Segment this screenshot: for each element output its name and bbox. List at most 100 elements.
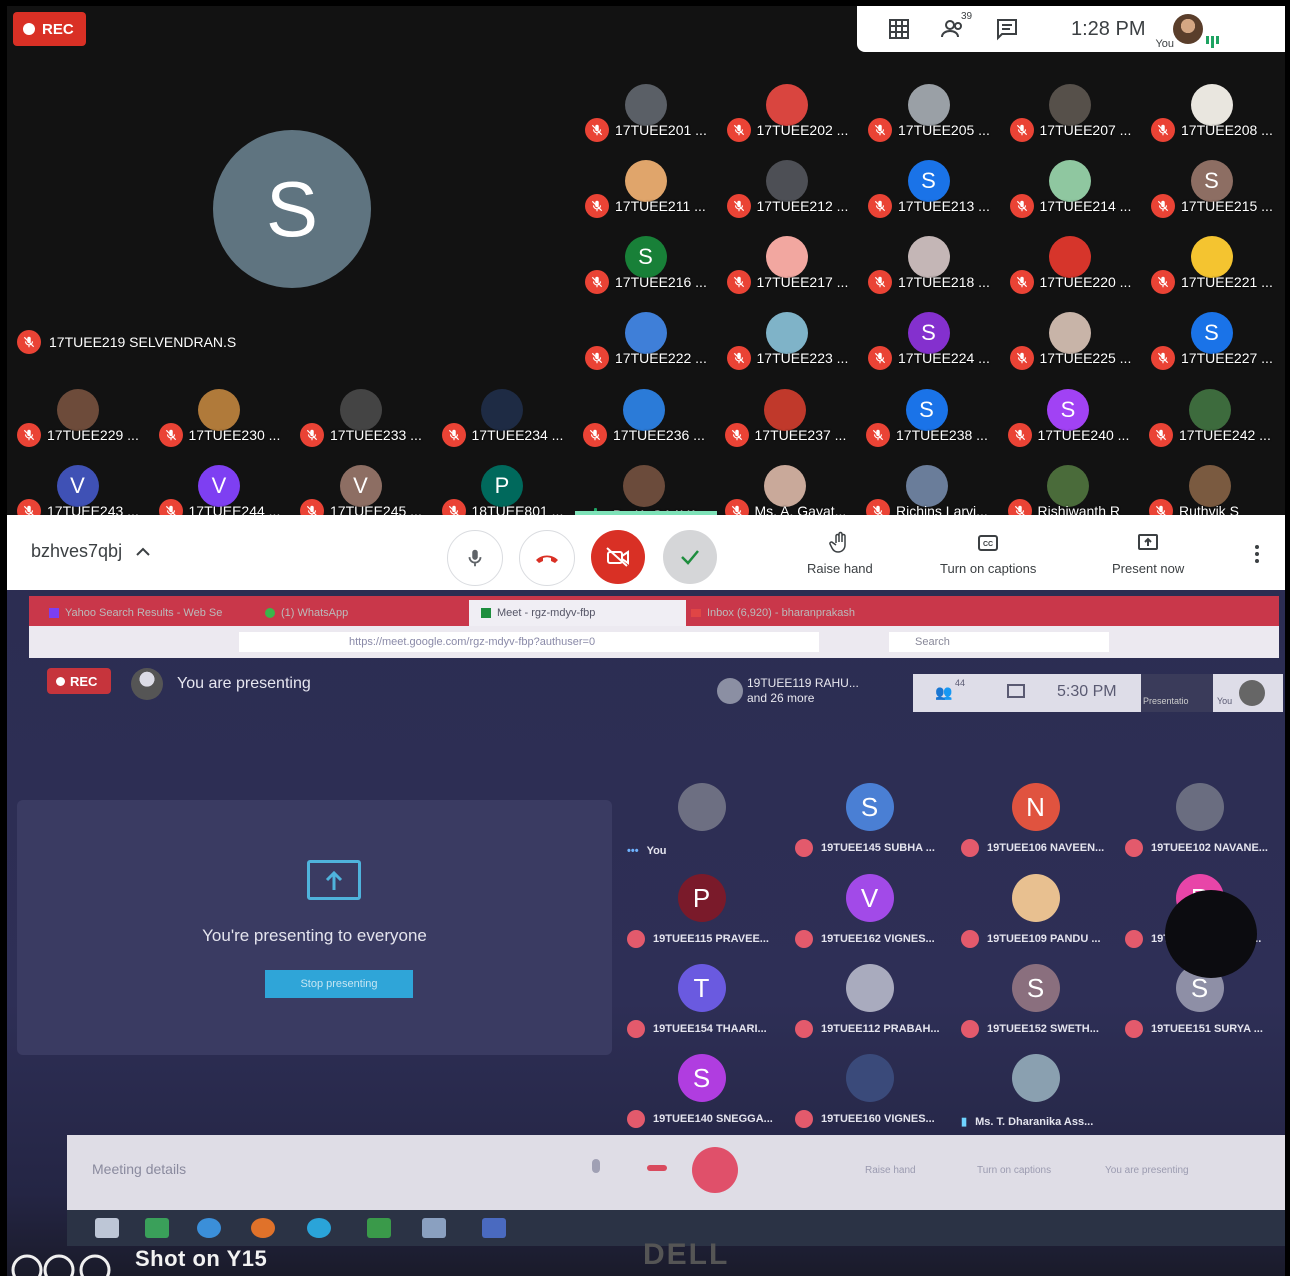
raise-hand-button[interactable]: Raise hand: [807, 531, 873, 576]
camera-button[interactable]: [692, 1147, 738, 1193]
participant-tile[interactable]: 17TUEE236 ...: [573, 377, 714, 453]
participant-tile[interactable]: V 19TUEE162 VIGNES...: [787, 866, 952, 956]
browser-tab[interactable]: (1) WhatsApp: [253, 600, 465, 626]
present-now-button[interactable]: Present now: [1112, 531, 1184, 576]
more-icon[interactable]: •••: [627, 845, 639, 857]
avatar: [845, 964, 894, 1012]
meet-top-bar: 👥 44 5:30 PM Presentatio You: [913, 674, 1283, 712]
chat-icon[interactable]: [995, 17, 1019, 41]
participant-tile[interactable]: 17TUEE220 ...: [1000, 224, 1141, 300]
browser-tab-active[interactable]: Meet - rgz-mdyv-fbp: [469, 600, 686, 626]
leave-call-button[interactable]: [519, 530, 575, 586]
participant-count: 44: [955, 678, 966, 688]
microphone-icon: [468, 549, 482, 567]
captions-confirm-button[interactable]: [663, 530, 717, 584]
microphone-button[interactable]: [447, 530, 503, 586]
avatar: [717, 678, 743, 704]
browser-icon[interactable]: [307, 1218, 331, 1238]
participant-tile[interactable]: S 17TUEE216 ...: [575, 224, 716, 300]
participant-tile[interactable]: 19TUEE160 VIGNES...: [787, 1046, 952, 1136]
search-field[interactable]: Search: [889, 632, 1109, 652]
participant-tile[interactable]: 17TUEE242 ...: [1139, 377, 1280, 453]
participant-tile[interactable]: 19TUEE102 NAVANE...: [1117, 775, 1282, 865]
participant-tile[interactable]: 17TUEE214 ...: [1000, 148, 1141, 224]
meeting-details[interactable]: bzhves7qbj: [31, 541, 150, 562]
store-icon[interactable]: [145, 1218, 169, 1238]
browser-tab[interactable]: Yahoo Search Results - Web Se: [37, 600, 249, 626]
participant-tile[interactable]: 17TUEE208 ...: [1141, 72, 1282, 148]
participant-tile[interactable]: S 17TUEE215 ...: [1141, 148, 1282, 224]
participant-name-label: 17TUEE205 ...: [898, 122, 990, 138]
more-options-icon[interactable]: [1255, 545, 1259, 563]
participant-tile[interactable]: 17TUEE221 ...: [1141, 224, 1282, 300]
people-icon[interactable]: 👥: [935, 684, 952, 701]
browser-tab[interactable]: Inbox (6,920) - bharanprakash: [679, 600, 881, 626]
folder-icon[interactable]: [422, 1218, 446, 1238]
participant-tile[interactable]: S 17TUEE224 ...: [858, 300, 999, 376]
presentation-tile[interactable]: Presentatio: [1141, 674, 1213, 712]
participant-tile[interactable]: S 17TUEE240 ...: [998, 377, 1139, 453]
hang-up-icon[interactable]: [647, 1165, 667, 1171]
screenshot-frame: { "meet": { "rec_label": "REC", "partici…: [0, 0, 1290, 1276]
meeting-details-button[interactable]: Meeting details: [92, 1161, 186, 1177]
start-icon[interactable]: [95, 1218, 119, 1238]
participant-tile[interactable]: 17TUEE217 ...: [717, 224, 858, 300]
participant-tile[interactable]: ▮ Ms. T. Dharanika Ass...: [953, 1046, 1118, 1136]
stop-presenting-button[interactable]: Stop presenting: [265, 970, 413, 998]
mic-off-icon: [627, 1020, 645, 1038]
participant-tile[interactable]: 17TUEE205 ...: [858, 72, 999, 148]
participant-name: 17TUEE220 ...: [1009, 270, 1132, 294]
url-field[interactable]: https://meet.google.com/rgz-mdyv-fbp?aut…: [239, 632, 819, 652]
you-label: You: [1155, 38, 1175, 50]
participant-tile[interactable]: 17TUEE218 ...: [858, 224, 999, 300]
captions-button[interactable]: CC Turn on captions: [940, 531, 1036, 576]
participant-tile[interactable]: S 17TUEE227 ...: [1141, 300, 1282, 376]
participant-tile[interactable]: 17TUEE211 ...: [575, 148, 716, 224]
firefox-icon[interactable]: [251, 1218, 275, 1238]
participant-name-label: 17TUEE220 ...: [1039, 274, 1132, 290]
participant-tile[interactable]: 17TUEE229 ...: [7, 377, 148, 453]
participant-tile[interactable]: 17TUEE225 ...: [1000, 300, 1141, 376]
participant-tile[interactable]: 17TUEE222 ...: [575, 300, 716, 376]
participant-tile[interactable]: S 17TUEE238 ...: [856, 377, 997, 453]
presenting-label[interactable]: You are presenting: [1105, 1165, 1189, 1176]
mic-off-icon: [585, 118, 609, 142]
chat-icon[interactable]: [1007, 684, 1025, 698]
participant-tile[interactable]: S 17TUEE213 ...: [858, 148, 999, 224]
participant-tile[interactable]: S 19TUEE152 SWETH...: [953, 956, 1118, 1046]
avatar: [677, 783, 726, 831]
pinned-participant-tile[interactable]: S 17TUEE219 SELVENDRAN.S: [7, 52, 575, 354]
captions-label[interactable]: Turn on captions: [977, 1165, 1051, 1176]
participant-tile[interactable]: 17TUEE237 ...: [715, 377, 856, 453]
mic-off-icon: [795, 930, 813, 948]
raise-hand-label[interactable]: Raise hand: [865, 1165, 916, 1176]
participant-tile[interactable]: 17TUEE223 ...: [717, 300, 858, 376]
microphone-icon[interactable]: [592, 1159, 600, 1173]
self-view[interactable]: You: [1155, 6, 1220, 52]
participant-tile[interactable]: T 19TUEE154 THAARI...: [619, 956, 784, 1046]
settings-icon[interactable]: [482, 1218, 506, 1238]
participant-name-label: 19TUEE160 VIGNES...: [821, 1113, 935, 1125]
people-icon[interactable]: 39: [941, 11, 972, 41]
participant-tile[interactable]: 17TUEE234 ...: [432, 377, 573, 453]
edge-icon[interactable]: [197, 1218, 221, 1238]
participant-tile[interactable]: 17TUEE202 ...: [717, 72, 858, 148]
participant-tile[interactable]: S 19TUEE145 SUBHA ...: [787, 775, 952, 865]
participant-tile[interactable]: 19TUEE112 PRABAH...: [787, 956, 952, 1046]
participant-tile[interactable]: 17TUEE230 ...: [149, 377, 290, 453]
participant-tile[interactable]: 17TUEE207 ...: [1000, 72, 1141, 148]
participant-tile[interactable]: N 19TUEE106 NAVEEN...: [953, 775, 1118, 865]
participant-overflow[interactable]: 19TUEE119 RAHU... and 26 more: [717, 676, 859, 706]
camera-button[interactable]: [591, 530, 645, 584]
participant-tile[interactable]: 17TUEE212 ...: [717, 148, 858, 224]
participant-tile[interactable]: 17TUEE201 ...: [575, 72, 716, 148]
presenting-message: You're presenting to everyone: [202, 926, 427, 945]
participant-tile[interactable]: S 19TUEE140 SNEGGA...: [619, 1046, 784, 1136]
participant-tile[interactable]: ••• You: [619, 775, 784, 865]
participant-tile[interactable]: 19TUEE109 PANDU ...: [953, 866, 1118, 956]
meet-icon: [481, 608, 491, 618]
grid-view-icon[interactable]: [887, 17, 911, 41]
calculator-icon[interactable]: [367, 1218, 391, 1238]
participant-tile[interactable]: 17TUEE233 ...: [290, 377, 431, 453]
participant-tile[interactable]: P 19TUEE115 PRAVEE...: [619, 866, 784, 956]
